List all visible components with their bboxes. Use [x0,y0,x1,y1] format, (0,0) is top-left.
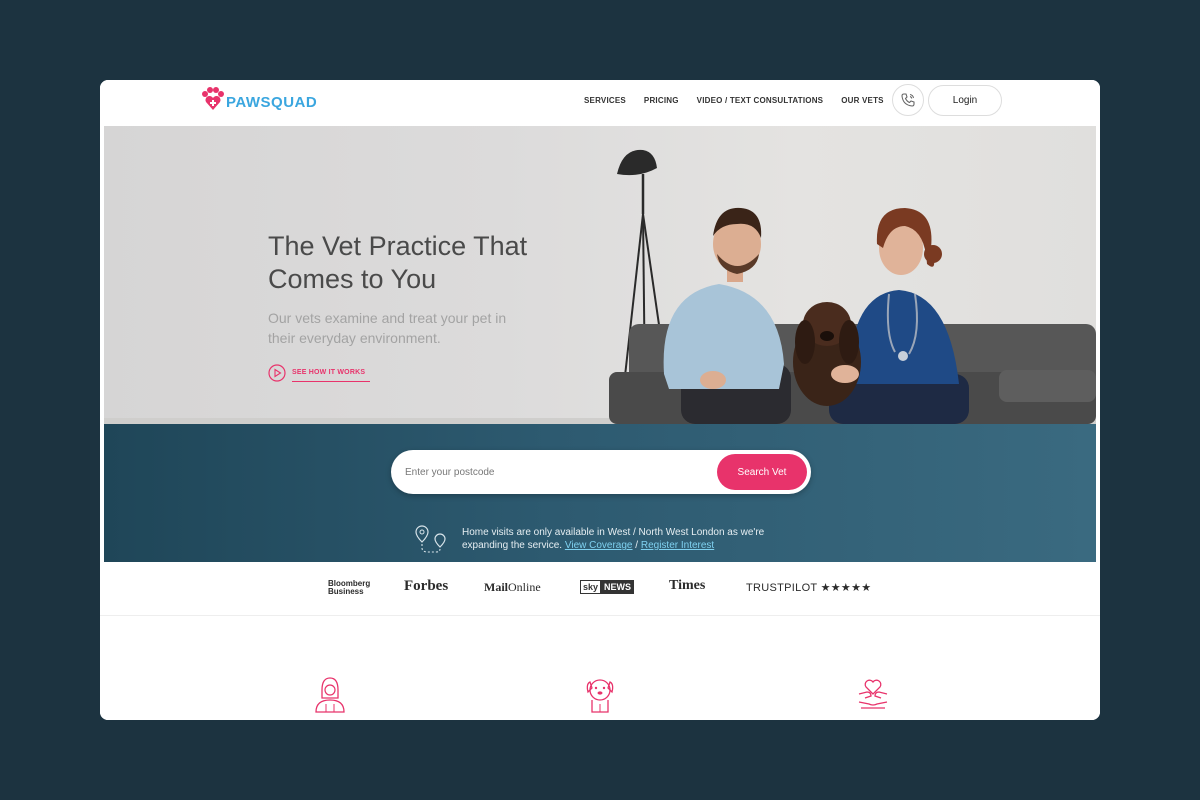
bloomberg-business-logo: Bloomberg Business [328,580,370,596]
postcode-search-box: Search Vet [391,450,811,494]
news-word: NEWS [601,580,635,594]
hero-subtitle: Our vets examine and treat your pet in t… [268,310,507,346]
trustpilot-logo: TRUSTPILOT ★★★★★ [746,582,872,594]
site-header: PAWSQUAD SERVICES PRICING VIDEO / TEXT C… [100,80,1100,126]
map-pin-route-icon [415,525,446,553]
register-interest-link[interactable]: Register Interest [641,540,714,551]
sky-word: sky [580,580,602,594]
mail-light: Online [508,580,541,594]
nav-our-vets[interactable]: OUR VETS [841,96,884,105]
times-logo: Times [669,578,706,593]
see-how-it-works-link[interactable]: SEE HOW IT WORKS [268,364,370,382]
mail-bold: Mail [484,580,508,594]
main-nav: SERVICES PRICING VIDEO / TEXT CONSULTATI… [584,96,884,105]
dog-icon [586,679,614,713]
vet-hand [831,365,859,383]
dog-figure [793,302,861,406]
coverage-notice-text: Home visits are only available in West /… [462,526,802,558]
browser-frame: PAWSQUAD SERVICES PRICING VIDEO / TEXT C… [100,80,1100,720]
search-vet-button[interactable]: Search Vet [717,454,807,490]
hero-title: The Vet Practice That Comes to You [268,231,528,294]
press-logos-bar: Bloomberg Business Forbes MailOnline sky… [100,562,1100,616]
man-hand [700,371,726,389]
logo-text: PAWSQUAD [226,93,318,111]
mailonline-logo: MailOnline [484,580,541,595]
sky-news-logo: sky NEWS [580,580,635,594]
heart-hands-icon [858,679,888,709]
play-circle-icon [268,364,286,382]
link-separator: / [635,540,639,551]
man-figure [663,207,791,424]
bloomberg-line2: Business [328,587,364,596]
logo[interactable]: PAWSQUAD [200,86,317,112]
paw-heart-logo-icon [202,87,224,110]
hero-photo-vet-with-dog [609,149,1096,424]
phone-icon [901,93,915,107]
forbes-logo: Forbes [404,578,449,594]
vet-person-icon [315,677,345,713]
see-how-it-works-label: SEE HOW IT WORKS [292,369,370,382]
postcode-input[interactable] [405,462,705,482]
features-section [100,616,1100,720]
search-band: Search Vet Home visits are only availabl… [104,424,1096,562]
nav-pricing[interactable]: PRICING [644,96,679,105]
login-button[interactable]: Login [928,85,1002,116]
coverage-notice: Home visits are only available in West /… [414,524,802,558]
view-coverage-link[interactable]: View Coverage [565,540,633,551]
nav-video-text-consultations[interactable]: VIDEO / TEXT CONSULTATIONS [697,96,824,105]
nav-services[interactable]: SERVICES [584,96,626,105]
hero-section: The Vet Practice That Comes to You Our v… [104,126,1096,424]
phone-button[interactable] [892,84,924,116]
